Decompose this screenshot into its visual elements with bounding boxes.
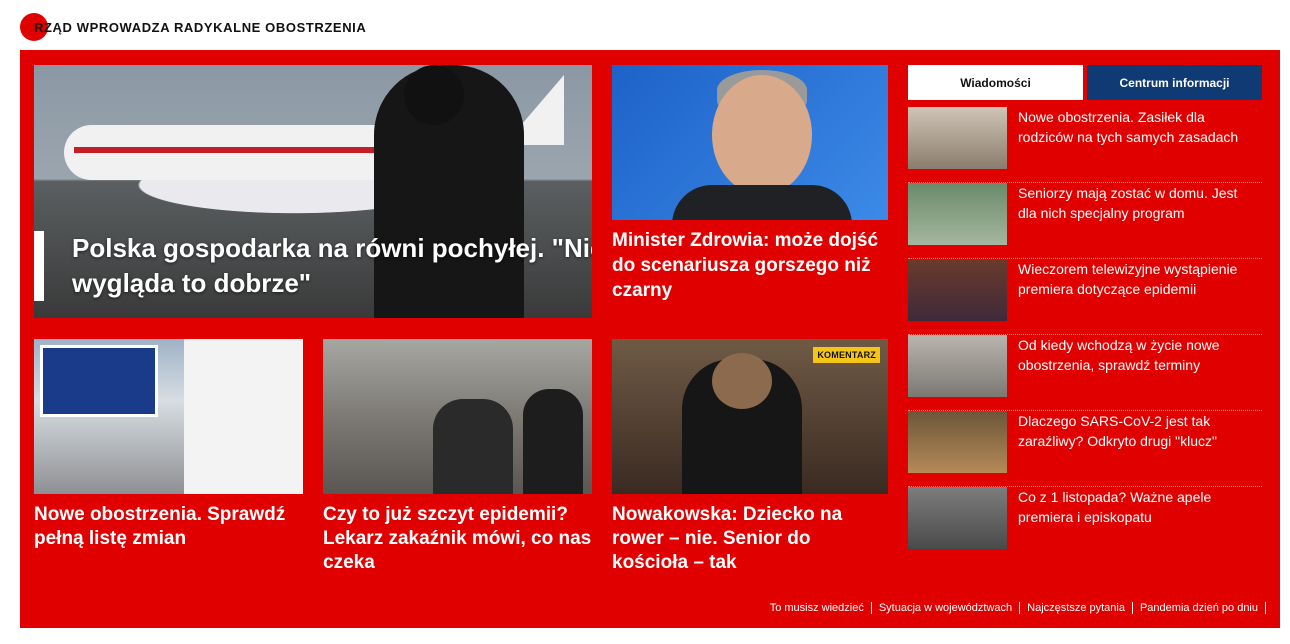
tab-wiadomosci[interactable]: Wiadomości [908, 65, 1083, 100]
hero-headline[interactable]: Polska gospodarka na równi pochyłej. "Ni… [34, 231, 592, 301]
card-image-1[interactable] [34, 339, 303, 494]
person-shape [523, 389, 583, 494]
footer-link[interactable]: Sytuacja w województwach [872, 602, 1021, 614]
footer-link[interactable]: To musisz wiedzieć [763, 602, 872, 614]
portrait-suit [672, 185, 852, 220]
list-thumbnail[interactable] [908, 335, 1007, 397]
person-head [404, 65, 464, 125]
card-image-2[interactable] [323, 339, 592, 494]
card-headline-3[interactable]: Nowakowska: Dziecko na rower – nie. Seni… [612, 503, 888, 575]
list-thumbnail[interactable] [908, 107, 1007, 169]
list-item[interactable]: Co z 1 listopada? Ważne apele premiera i… [908, 487, 1262, 563]
poster-shape [184, 339, 303, 494]
card-headline-2[interactable]: Czy to już szczyt epidemii? Lekarz zakaź… [323, 503, 592, 575]
list-item[interactable]: Seniorzy mają zostać w domu. Jest dla ni… [908, 183, 1262, 259]
sidebar-tabs: Wiadomości Centrum informacji [908, 65, 1262, 100]
list-item-title[interactable]: Od kiedy wchodzą w życie nowe obostrzeni… [1018, 335, 1258, 375]
list-item-title[interactable]: Dlaczego SARS-CoV-2 jest tak zaraźliwy? … [1018, 411, 1258, 451]
list-thumbnail[interactable] [908, 183, 1007, 245]
card-headline-1[interactable]: Nowe obostrzenia. Sprawdź pełną listę zm… [34, 503, 303, 551]
list-thumbnail[interactable] [908, 411, 1007, 473]
footer-link[interactable]: Pandemia dzień po dniu [1133, 602, 1266, 614]
news-panel: Polska gospodarka na równi pochyłej. "Ni… [20, 50, 1280, 628]
billboard-shape [40, 345, 158, 417]
list-item[interactable]: Dlaczego SARS-CoV-2 jest tak zaraźliwy? … [908, 411, 1262, 487]
feature-headline[interactable]: Minister Zdrowia: może dojść do scenariu… [612, 228, 888, 303]
person-shape [433, 399, 513, 494]
portrait-face [712, 75, 812, 195]
list-item-title[interactable]: Nowe obostrzenia. Zasiłek dla rodziców n… [1018, 107, 1258, 147]
feature-image[interactable] [612, 65, 888, 220]
list-item[interactable]: Od kiedy wchodzą w życie nowe obostrzeni… [908, 335, 1262, 411]
card-image-3[interactable]: KOMENTARZ [612, 339, 888, 494]
comment-badge: KOMENTARZ [813, 347, 880, 363]
sidebar-news-list: Nowe obostrzenia. Zasiłek dla rodziców n… [908, 107, 1262, 563]
list-thumbnail[interactable] [908, 259, 1007, 321]
list-item-title[interactable]: Wieczorem telewizyjne wystąpienie premie… [1018, 259, 1258, 299]
list-item[interactable]: Nowe obostrzenia. Zasiłek dla rodziców n… [908, 107, 1262, 183]
list-thumbnail[interactable] [908, 487, 1007, 549]
section-title[interactable]: RZĄD WPROWADZA RADYKALNE OBOSTRZENIA [34, 20, 366, 35]
hero-article[interactable]: Polska gospodarka na równi pochyłej. "Ni… [34, 65, 592, 318]
list-item[interactable]: Wieczorem telewizyjne wystąpienie premie… [908, 259, 1262, 335]
section-header: RZĄD WPROWADZA RADYKALNE OBOSTRZENIA [20, 12, 366, 42]
person-head [712, 353, 772, 409]
list-item-title[interactable]: Seniorzy mają zostać w domu. Jest dla ni… [1018, 183, 1258, 223]
footer-links: To musisz wiedzieć Sytuacja w województw… [763, 602, 1266, 614]
list-item-title[interactable]: Co z 1 listopada? Ważne apele premiera i… [1018, 487, 1258, 527]
footer-link[interactable]: Najczęstsze pytania [1020, 602, 1133, 614]
tab-centrum-informacji[interactable]: Centrum informacji [1087, 65, 1262, 100]
